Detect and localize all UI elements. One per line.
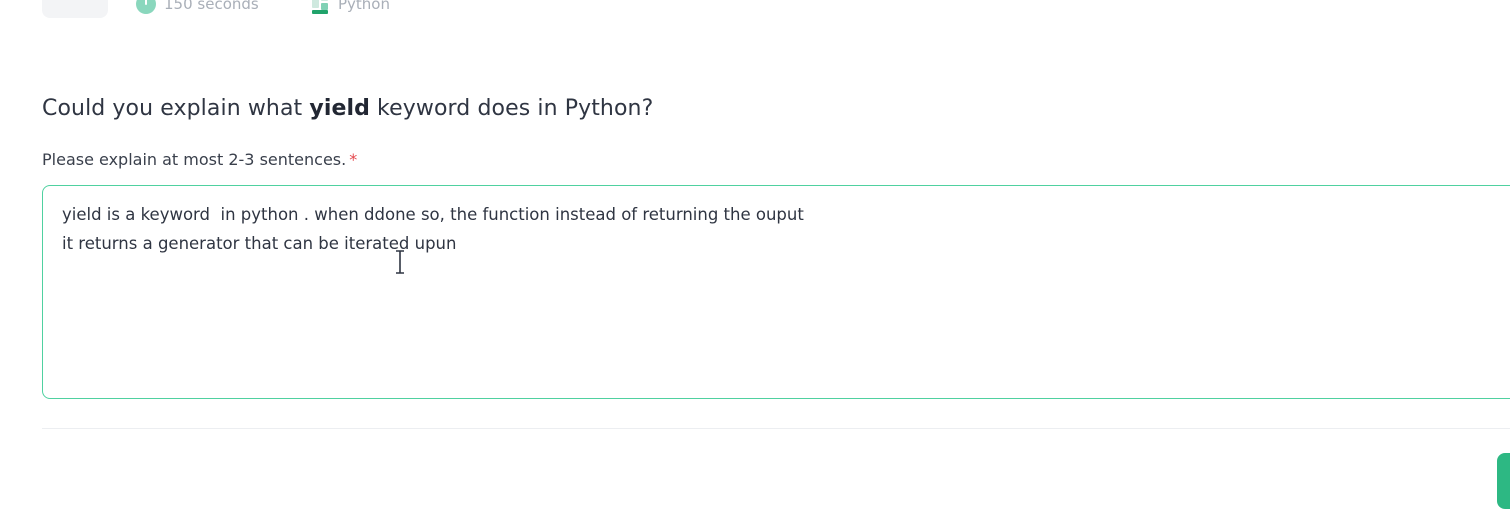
question-title: Could you explain what yield keyword doe… <box>42 96 653 121</box>
answer-line-1: yield is a keyword in python . when ddon… <box>62 205 804 224</box>
next-button[interactable] <box>1497 453 1510 509</box>
language-label: Python <box>338 0 390 13</box>
required-marker: * <box>349 150 358 169</box>
code-language-icon <box>312 0 330 14</box>
question-page: 150 seconds Python Could you explain wha… <box>0 0 1510 516</box>
question-suffix: keyword does in Python? <box>369 96 654 121</box>
question-type-chip <box>42 0 108 18</box>
question-keyword: yield <box>309 96 370 121</box>
answer-textarea[interactable]: yield is a keyword in python . when ddon… <box>42 185 1510 399</box>
answer-line-2: it returns a generator that can be itera… <box>62 234 457 253</box>
time-limit: 150 seconds <box>136 0 259 14</box>
text-cursor-icon <box>396 250 404 274</box>
clock-icon <box>136 0 156 14</box>
divider <box>42 428 1510 429</box>
time-limit-label: 150 seconds <box>164 0 259 13</box>
answer-hint-text: Please explain at most 2-3 sentences. <box>42 150 347 169</box>
language: Python <box>312 0 390 14</box>
question-prefix: Could you explain what <box>42 96 310 121</box>
answer-hint: Please explain at most 2-3 sentences. * <box>42 150 357 169</box>
